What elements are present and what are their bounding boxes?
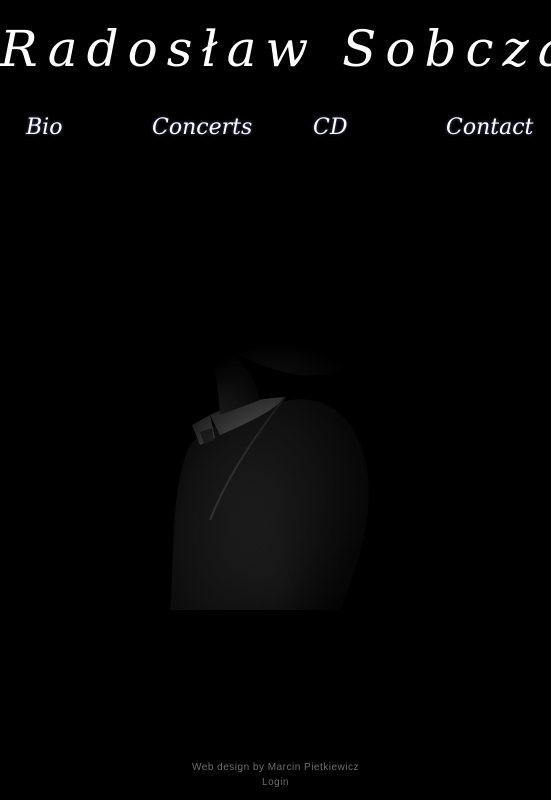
nav-item-cd[interactable]: CD: [313, 112, 347, 144]
portrait-image: [150, 200, 410, 610]
nav-item-contact[interactable]: Contact: [446, 112, 533, 144]
nav-item-bio[interactable]: Bio: [26, 112, 62, 144]
page: Radosław Sobczak Bio Concerts CD Contact: [0, 0, 551, 800]
portrait-photo: [150, 200, 410, 610]
nav-item-concerts[interactable]: Concerts: [152, 112, 252, 144]
site-title: Radosław Sobczak: [0, 20, 551, 78]
login-link[interactable]: Login: [0, 775, 551, 790]
web-design-credit-link[interactable]: Web design by Marcin Pietkiewicz: [0, 760, 551, 775]
main-nav: Bio Concerts CD Contact: [0, 112, 551, 144]
footer: Web design by Marcin Pietkiewicz Login: [0, 760, 551, 790]
